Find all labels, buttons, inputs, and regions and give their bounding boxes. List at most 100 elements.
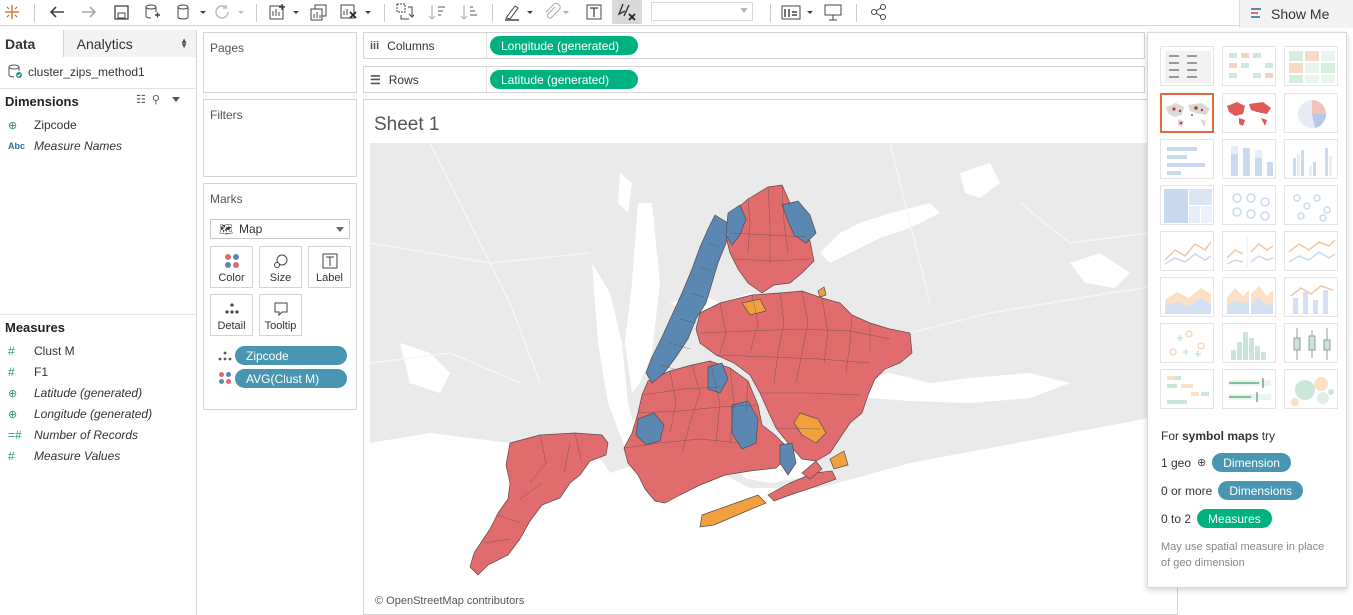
sort-ascending-icon[interactable] (426, 2, 448, 22)
tooltip-button[interactable]: Tooltip (259, 294, 302, 336)
field-measure-values[interactable]: # Measure Values (8, 447, 120, 465)
rows-shelf-label: ☰ Rows (370, 73, 419, 87)
chart-histogram[interactable] (1222, 323, 1276, 363)
filters-card[interactable]: Filters (203, 99, 357, 177)
new-datasource-icon[interactable] (142, 2, 162, 22)
globe-icon: ⊕ (1197, 457, 1207, 469)
field-clust-m[interactable]: # Clust M (8, 342, 75, 360)
label-button[interactable]: Label (308, 246, 351, 288)
highlight-icon[interactable] (502, 2, 536, 22)
chart-circle-views[interactable] (1222, 185, 1276, 225)
field-f1[interactable]: # F1 (8, 363, 48, 381)
hint-chart-name: symbol maps (1182, 429, 1259, 443)
show-me-panel: For symbol maps try 1 geo ⊕ Dimension 0 … (1147, 32, 1347, 588)
req1-pill: Dimension (1212, 453, 1291, 472)
chart-packed-bubbles[interactable] (1284, 369, 1338, 409)
chart-dual-lines[interactable] (1284, 231, 1338, 271)
rows-pill[interactable]: Latitude (generated) (490, 70, 638, 89)
chart-box-whisker[interactable] (1284, 323, 1338, 363)
color-button[interactable]: Color (210, 246, 253, 288)
show-cards-icon[interactable] (780, 2, 816, 22)
field-label: Latitude (generated) (34, 386, 143, 400)
requirement-row-2: 0 or more Dimensions (1161, 481, 1304, 500)
chart-symbol-map[interactable] (1160, 93, 1214, 133)
rows-label: Rows (388, 73, 419, 87)
chart-discrete-lines[interactable] (1222, 231, 1276, 271)
hash-icon: # (8, 449, 15, 463)
columns-label: Columns (387, 39, 435, 53)
chart-dual-combination[interactable] (1284, 277, 1338, 317)
globe-icon: ⊕ (8, 408, 18, 421)
fit-dropdown[interactable] (651, 2, 753, 21)
size-button[interactable]: Size (259, 246, 302, 288)
marks-field-avg-clust-m[interactable]: AVG(Clust M) (235, 369, 347, 388)
detail-button[interactable]: Detail (210, 294, 253, 336)
chart-highlight-table[interactable] (1284, 46, 1338, 86)
measures-header: Measures (5, 320, 65, 335)
chart-scatter-plot[interactable] (1160, 323, 1214, 363)
pages-card[interactable]: Pages (203, 32, 357, 93)
chart-side-by-side-bars[interactable] (1284, 139, 1338, 179)
nyc-map[interactable] (370, 143, 1176, 610)
refresh-icon[interactable] (212, 2, 246, 22)
toolbar: Show Me (0, 0, 1353, 28)
map-attribution[interactable]: © OpenStreetMap contributors (375, 595, 524, 607)
save-icon[interactable] (111, 2, 131, 22)
hash-icon: # (8, 365, 15, 379)
sheet-title[interactable]: Sheet 1 (374, 114, 440, 136)
chart-side-by-side-circles[interactable] (1284, 185, 1338, 225)
chart-area-discrete[interactable] (1222, 277, 1276, 317)
show-me-button[interactable]: Show Me (1239, 0, 1353, 28)
hash-icon: # (8, 344, 15, 358)
share-icon[interactable] (868, 2, 890, 22)
tooltip-label: Tooltip (264, 320, 297, 332)
chevron-down-icon[interactable] (171, 97, 180, 102)
fix-axes-icon[interactable] (612, 0, 642, 24)
chart-text-table[interactable] (1160, 46, 1214, 86)
map-icon: 🗺 (219, 223, 233, 236)
datasource-options-icon[interactable] (174, 2, 208, 22)
tab-analytics[interactable]: Analytics ▲ ▼ (63, 30, 196, 57)
tab-data[interactable]: Data (0, 30, 64, 57)
chart-pie[interactable] (1284, 93, 1338, 133)
abc-icon: Abc (8, 141, 26, 151)
label-label: Label (316, 272, 343, 284)
field-longitude[interactable]: ⊕ Longitude (generated) (8, 405, 152, 423)
field-measure-names[interactable]: Abc Measure Names (8, 137, 122, 155)
columns-pill[interactable]: Longitude (generated) (490, 36, 638, 55)
chart-horizontal-bars[interactable] (1160, 139, 1214, 179)
map-view[interactable]: © OpenStreetMap contributors (370, 143, 1176, 610)
new-worksheet-icon[interactable] (266, 2, 302, 22)
presentation-mode-icon[interactable] (822, 2, 844, 22)
chart-heat-map[interactable] (1222, 46, 1276, 86)
label-icon (309, 253, 350, 272)
chart-bullet-graph[interactable] (1222, 369, 1276, 409)
field-label: Clust M (34, 344, 75, 358)
field-latitude[interactable]: ⊕ Latitude (generated) (8, 384, 142, 402)
data-pane-tabs: Data Analytics ▲ ▼ (0, 30, 196, 57)
show-mark-labels-icon[interactable] (584, 2, 604, 22)
field-number-of-records[interactable]: =# Number of Records (8, 426, 138, 444)
field-zipcode[interactable]: ⊕ Zipcode (8, 116, 77, 134)
sort-descending-icon[interactable] (458, 2, 480, 22)
search-icon[interactable]: ⚲ (152, 93, 160, 106)
chart-stacked-bars[interactable] (1222, 139, 1276, 179)
view-toggle-icon[interactable]: ☷ (136, 93, 146, 106)
chart-gantt[interactable] (1160, 369, 1214, 409)
mark-type-select[interactable]: 🗺 Map (210, 219, 350, 239)
chart-continuous-lines[interactable] (1160, 231, 1214, 271)
duplicate-sheet-icon[interactable] (308, 2, 330, 22)
chart-treemap[interactable] (1160, 185, 1214, 225)
chart-area-continuous[interactable] (1160, 277, 1214, 317)
clear-sheet-icon[interactable] (338, 2, 374, 22)
tableau-logo-icon[interactable] (2, 2, 22, 22)
back-arrow-icon[interactable] (46, 2, 68, 22)
forward-arrow-icon[interactable] (78, 2, 100, 22)
chart-filled-map[interactable] (1222, 93, 1276, 133)
data-source[interactable]: cluster_zips_method1 (8, 64, 145, 79)
marks-field-zipcode[interactable]: Zipcode (235, 346, 347, 365)
rows-shelf[interactable]: ☰ Rows Latitude (generated) (363, 66, 1145, 93)
columns-shelf[interactable]: iii Columns Longitude (generated) (363, 32, 1145, 59)
swap-rows-columns-icon[interactable] (394, 2, 416, 22)
group-members-icon[interactable] (542, 2, 572, 22)
